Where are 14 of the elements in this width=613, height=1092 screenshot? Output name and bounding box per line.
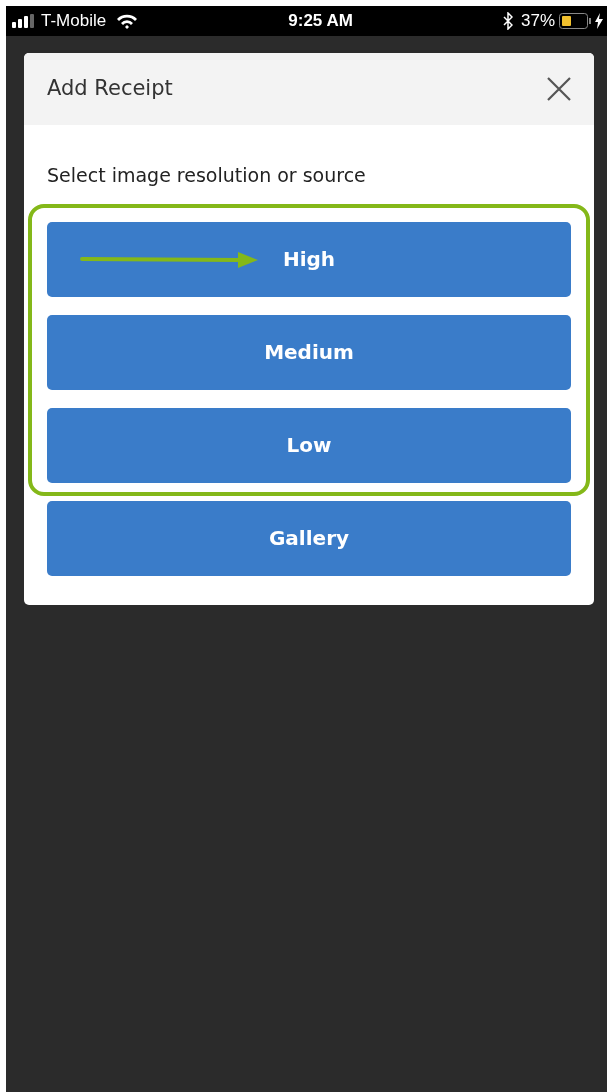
wifi-icon: [116, 13, 139, 29]
option-button[interactable]: Gallery: [47, 500, 571, 576]
clock-time: 9:25 AM: [287, 10, 354, 33]
carrier-name: T-Mobile: [41, 10, 107, 33]
battery-percent: 37%: [520, 10, 555, 33]
option-button[interactable]: Low: [47, 407, 571, 483]
prompt-text: Select image resolution or source: [47, 163, 367, 188]
option-button[interactable]: Medium: [47, 314, 571, 390]
battery-icon: [559, 13, 593, 29]
charging-icon: [595, 13, 603, 29]
bluetooth-icon: [502, 12, 513, 30]
dialog-title: Add Receipt: [47, 76, 173, 102]
signal-icon: [12, 14, 36, 28]
option-button[interactable]: High: [47, 221, 571, 297]
